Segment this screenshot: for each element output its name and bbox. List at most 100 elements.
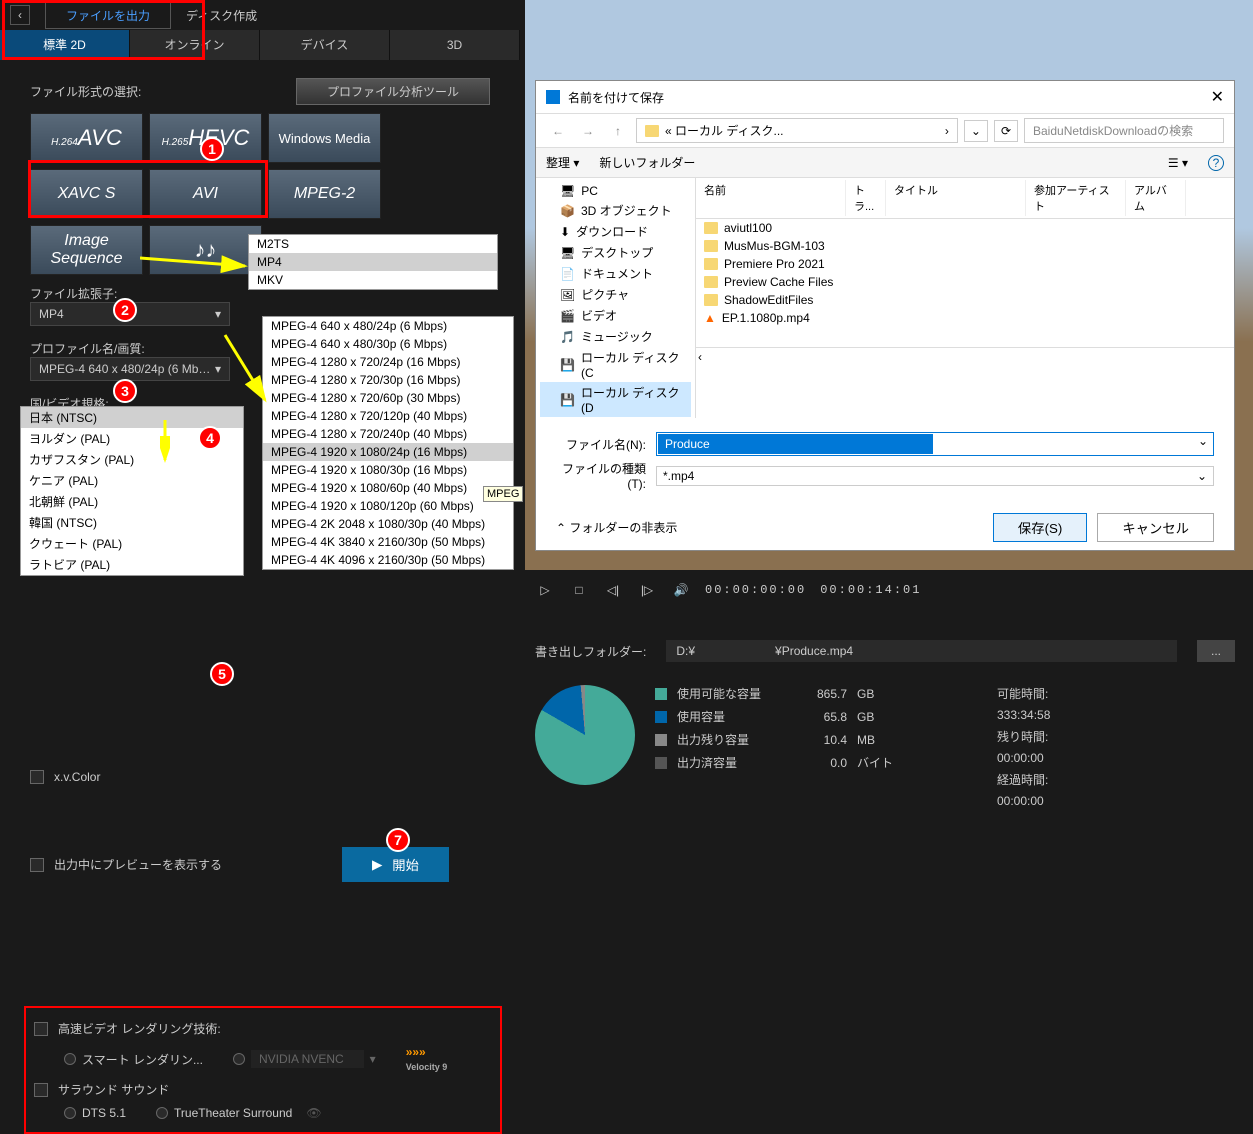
profile-option[interactable]: MPEG-4 1920 x 1080/60p (40 Mbps) — [263, 479, 513, 497]
start-button[interactable]: ▶開始 — [342, 847, 449, 882]
dts-radio[interactable] — [64, 1107, 76, 1119]
col-track[interactable]: トラ... — [846, 180, 886, 216]
file-list[interactable]: 名前 トラ... タイトル 参加アーティスト アルバム aviutl100Mus… — [696, 178, 1234, 418]
nav-back-icon[interactable]: ← — [546, 119, 570, 143]
play-icon[interactable]: ▷ — [535, 580, 555, 600]
country-option[interactable]: 韓国 (NTSC) — [21, 512, 243, 533]
tree-item[interactable]: 💾ローカル ディスク (D — [540, 382, 691, 417]
profile-option[interactable]: MPEG-4 4K 3840 x 2160/30p (50 Mbps) — [263, 533, 513, 551]
col-title[interactable]: タイトル — [886, 180, 1026, 216]
profile-option[interactable]: MPEG-4 1280 x 720/120p (40 Mbps) — [263, 407, 513, 425]
format-image-sequence[interactable]: ImageSequence — [30, 225, 143, 275]
profile-dropdown[interactable]: MPEG-4 640 x 480/24p (6 Mbps)▾ — [30, 357, 230, 381]
disc-create-link[interactable]: ディスク作成 — [186, 7, 257, 24]
format-audio[interactable]: ♪♪ — [149, 225, 262, 275]
folder-tree[interactable]: 🖥PC📦3D オブジェクト⬇ダウンロード🖥デスクトップ📄ドキュメント🖼ピクチャ🎬… — [536, 178, 696, 418]
nav-forward-icon[interactable]: → — [576, 119, 600, 143]
tree-item[interactable]: 📦3D オブジェクト — [540, 200, 691, 221]
view-mode-icon[interactable]: ☰ ▾ — [1168, 156, 1188, 170]
file-row[interactable]: MusMus-BGM-103 — [696, 237, 1234, 255]
format-h264-avc[interactable]: H.264AVC — [30, 113, 143, 163]
refresh-icon[interactable]: ⟳ — [994, 120, 1018, 142]
country-option[interactable]: 北朝鮮 (PAL) — [21, 491, 243, 512]
col-artist[interactable]: 参加アーティスト — [1026, 180, 1126, 216]
filename-input[interactable]: Produce — [658, 434, 933, 454]
country-option[interactable]: ケニア (PAL) — [21, 470, 243, 491]
profile-option[interactable]: MPEG-4 2K 2048 x 1080/30p (40 Mbps) — [263, 515, 513, 533]
tab-online[interactable]: オンライン — [130, 30, 260, 60]
format-xavc-s[interactable]: XAVC S — [30, 169, 143, 219]
filetype-dropdown[interactable]: *.mp4⌄ — [656, 466, 1214, 486]
tree-item[interactable]: 🖼ピクチャ — [540, 284, 691, 305]
browse-button[interactable]: ... — [1197, 640, 1235, 662]
tab-3d[interactable]: 3D — [390, 30, 520, 60]
ext-option-m2ts[interactable]: M2TS — [249, 235, 497, 253]
profile-option[interactable]: MPEG-4 1280 x 720/240p (40 Mbps) — [263, 425, 513, 443]
surround-checkbox[interactable] — [34, 1083, 48, 1097]
truetheater-radio[interactable] — [156, 1107, 168, 1119]
preview-during-output-checkbox[interactable] — [30, 858, 44, 872]
country-option[interactable]: 日本 (NTSC) — [21, 407, 243, 428]
tree-item[interactable]: 📄ドキュメント — [540, 263, 691, 284]
next-frame-icon[interactable]: |▷ — [637, 580, 657, 600]
country-option[interactable]: カザフスタン (PAL) — [21, 449, 243, 470]
profile-listbox[interactable]: MPEG-4 640 x 480/24p (6 Mbps)MPEG-4 640 … — [262, 316, 514, 570]
tree-item[interactable]: 💾ローカル ディスク (C — [540, 347, 691, 382]
xvcolor-checkbox[interactable] — [30, 770, 44, 784]
save-button[interactable]: 保存(S) — [993, 513, 1087, 542]
back-button[interactable]: ‹ — [10, 5, 30, 25]
profile-analysis-button[interactable]: プロファイル分析ツール — [296, 78, 490, 105]
profile-option[interactable]: MPEG-4 4K 4096 x 2160/30p (50 Mbps) — [263, 551, 513, 569]
cancel-button[interactable]: キャンセル — [1097, 513, 1214, 542]
profile-option[interactable]: MPEG-4 640 x 480/30p (6 Mbps) — [263, 335, 513, 353]
country-option[interactable]: クウェート (PAL) — [21, 533, 243, 554]
new-folder-button[interactable]: 新しいフォルダー — [599, 154, 695, 171]
extension-listbox[interactable]: M2TS MP4 MKV — [248, 234, 498, 290]
profile-option[interactable]: MPEG-4 1920 x 1080/24p (16 Mbps) — [263, 443, 513, 461]
format-mpeg2[interactable]: MPEG-2 — [268, 169, 381, 219]
profile-option[interactable]: MPEG-4 1280 x 720/60p (30 Mbps) — [263, 389, 513, 407]
profile-option[interactable]: MPEG-4 1280 x 720/24p (16 Mbps) — [263, 353, 513, 371]
profile-option[interactable]: MPEG-4 1920 x 1080/30p (16 Mbps) — [263, 461, 513, 479]
profile-option[interactable]: MPEG-4 640 x 480/24p (6 Mbps) — [263, 317, 513, 335]
file-row[interactable]: aviutl100 — [696, 219, 1234, 237]
export-file-button[interactable]: ファイルを出力 — [45, 2, 171, 29]
smart-render-radio[interactable] — [64, 1053, 76, 1065]
tab-standard-2d[interactable]: 標準 2D — [0, 30, 130, 60]
prev-frame-icon[interactable]: ◁| — [603, 580, 623, 600]
format-avi[interactable]: AVI — [149, 169, 262, 219]
search-input[interactable]: BaiduNetdiskDownloadの検索 — [1024, 118, 1224, 143]
scroll-left-icon[interactable]: ‹ — [698, 350, 702, 364]
fast-render-checkbox[interactable] — [34, 1022, 48, 1036]
file-row[interactable]: Preview Cache Files — [696, 273, 1234, 291]
file-row[interactable]: Premiere Pro 2021 — [696, 255, 1234, 273]
output-path-field[interactable]: D:¥ ¥Produce.mp4 — [666, 640, 1177, 662]
file-row[interactable]: ▲EP.1.1080p.mp4 — [696, 309, 1234, 327]
tree-item[interactable]: ⬇ダウンロード — [540, 221, 691, 242]
nav-dropdown-icon[interactable]: ⌄ — [964, 120, 988, 142]
col-album[interactable]: アルバム — [1126, 180, 1186, 216]
close-icon[interactable]: ✕ — [1211, 87, 1224, 107]
breadcrumb[interactable]: « ローカル ディスク... › — [636, 118, 958, 143]
tree-item[interactable]: 🎬ビデオ — [540, 305, 691, 326]
hide-folders-link[interactable]: ⌃ フォルダーの非表示 — [556, 519, 677, 536]
organize-menu[interactable]: 整理 ▾ — [546, 154, 579, 171]
ext-option-mp4[interactable]: MP4 — [249, 253, 497, 271]
tree-item[interactable]: 🖥PC — [540, 182, 691, 200]
volume-icon[interactable]: 🔊 — [671, 580, 691, 600]
nvenc-select[interactable]: NVIDIA NVENC — [251, 1050, 364, 1068]
col-name[interactable]: 名前 — [696, 180, 846, 216]
profile-option[interactable]: MPEG-4 1920 x 1080/120p (60 Mbps) — [263, 497, 513, 515]
stop-icon[interactable]: □ — [569, 580, 589, 600]
nvenc-radio[interactable] — [233, 1053, 245, 1065]
tree-item[interactable]: 🎵ミュージック — [540, 326, 691, 347]
help-icon[interactable]: ? — [1208, 155, 1224, 171]
country-option[interactable]: ラトビア (PAL) — [21, 554, 243, 575]
file-row[interactable]: ShadowEditFiles — [696, 291, 1234, 309]
profile-option[interactable]: MPEG-4 1280 x 720/30p (16 Mbps) — [263, 371, 513, 389]
tab-device[interactable]: デバイス — [260, 30, 390, 60]
format-windows-media[interactable]: Windows Media — [268, 113, 381, 163]
nav-up-icon[interactable]: ↑ — [606, 119, 630, 143]
ext-option-mkv[interactable]: MKV — [249, 271, 497, 289]
tree-item[interactable]: 🖥デスクトップ — [540, 242, 691, 263]
